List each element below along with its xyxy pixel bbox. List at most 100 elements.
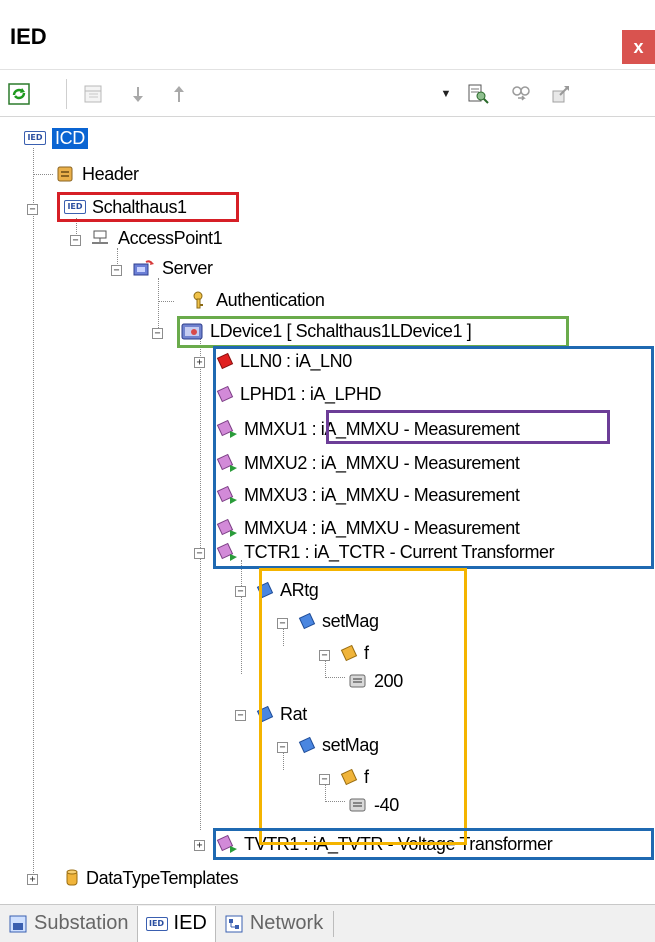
tree-node-ied[interactable]: IED Schalthaus1 — [64, 192, 187, 222]
close-button[interactable]: x — [622, 30, 655, 64]
tree-line — [241, 560, 242, 674]
ln0-icon — [216, 352, 234, 370]
ied-panel: IED x ▼ IED ICD Header − IED Schalthaus1… — [0, 0, 655, 942]
find-next-icon[interactable] — [510, 83, 532, 105]
tree-node-label: ARtg — [280, 579, 319, 600]
export-icon[interactable] — [550, 83, 572, 105]
tree-node-label: LLN0 : iA_LN0 — [240, 350, 352, 371]
tree-node-header[interactable]: Header — [56, 159, 139, 189]
database-icon — [66, 869, 78, 886]
tree-node-do[interactable]: Rat — [256, 699, 307, 729]
tree-node-bda[interactable]: f — [340, 638, 369, 668]
move-down-icon[interactable] — [127, 83, 149, 105]
collapse-icon[interactable]: − — [235, 710, 246, 721]
key-icon — [193, 291, 203, 309]
tree-node-bda[interactable]: f — [340, 762, 369, 792]
tree-line — [325, 677, 345, 678]
tree-node-value[interactable]: 200 — [348, 666, 403, 696]
tree-node-da[interactable]: setMag — [298, 606, 379, 636]
tree-node-label: TCTR1 : iA_TCTR - Current Transformer — [244, 541, 555, 562]
tree-node-ln[interactable]: TVTR1 : iA_TVTR - Voltage Transformer — [216, 829, 553, 859]
ln-measurement-icon — [216, 453, 237, 472]
tree-node-label: MMXU1 : iA_MMXU - Measurement — [244, 418, 520, 439]
tab-label: Substation — [34, 912, 129, 934]
tree-node-value[interactable]: -40 — [348, 790, 399, 820]
tree-line — [33, 148, 34, 881]
tree-node-label: Server — [162, 257, 213, 278]
data-attribute-icon — [298, 736, 316, 754]
tree-node-ln[interactable]: MMXU3 : iA_MMXU - Measurement — [216, 480, 520, 510]
tree-node-label: LDevice1 [ Schalthaus1LDevice1 ] — [210, 320, 472, 341]
expand-icon[interactable]: + — [27, 874, 38, 885]
ln-icon — [216, 385, 234, 403]
ied-tree: IED ICD Header − IED Schalthaus1 − Acces… — [0, 118, 655, 898]
tree-node-ldevice[interactable]: LDevice1 [ Schalthaus1LDevice1 ] — [180, 316, 472, 346]
tree-node-ln[interactable]: MMXU2 : iA_MMXU - Measurement — [216, 448, 520, 478]
tree-node-label: 200 — [374, 670, 403, 691]
collapse-icon[interactable]: − — [111, 265, 122, 276]
data-object-icon — [256, 581, 274, 599]
tree-node-label: ICD — [52, 127, 88, 149]
collapse-icon[interactable]: − — [235, 586, 246, 597]
toolbar-combo[interactable]: ▼ — [213, 79, 455, 109]
tab-label: Network — [249, 912, 324, 934]
value-icon — [349, 674, 366, 688]
data-object-icon — [256, 705, 274, 723]
tree-node-do[interactable]: ARtg — [256, 575, 319, 605]
collapse-icon[interactable]: − — [27, 204, 38, 215]
tree-node-ln[interactable]: LPHD1 : iA_LPHD — [216, 379, 381, 409]
refresh-icon[interactable] — [8, 83, 30, 105]
tab-substation[interactable]: Substation — [0, 906, 137, 942]
tree-node-label: Header — [82, 163, 139, 184]
tree-node-label: TVTR1 : iA_TVTR - Voltage Transformer — [244, 833, 553, 854]
tree-node-access-point[interactable]: AccessPoint1 — [90, 223, 223, 253]
ied-icon: IED — [64, 200, 86, 214]
ln-measurement-icon — [216, 485, 237, 504]
tree-node-authentication[interactable]: Authentication — [190, 285, 325, 315]
tab-network[interactable]: Network — [216, 906, 331, 942]
tree-node-ln[interactable]: TCTR1 : iA_TCTR - Current Transformer — [216, 537, 555, 567]
collapse-icon[interactable]: − — [152, 328, 163, 339]
collapse-icon[interactable]: − — [277, 618, 288, 629]
tree-line — [325, 801, 345, 802]
collapse-icon[interactable]: − — [70, 235, 81, 246]
collapse-icon[interactable]: − — [194, 548, 205, 559]
chevron-down-icon[interactable]: ▼ — [437, 79, 455, 109]
collapse-icon[interactable]: − — [319, 650, 330, 661]
tree-node-server[interactable]: Server — [132, 253, 213, 283]
tree-node-label: MMXU3 : iA_MMXU - Measurement — [244, 484, 520, 505]
tree-line — [158, 301, 174, 302]
tree-node-label: setMag — [322, 734, 379, 755]
tree-node-root[interactable]: IED ICD — [24, 123, 88, 153]
move-up-icon[interactable] — [168, 83, 190, 105]
panel-title: IED — [10, 24, 47, 49]
view-icon[interactable] — [82, 83, 104, 105]
ied-icon: IED — [145, 916, 168, 931]
find-icon[interactable] — [467, 83, 489, 105]
tree-node-templates[interactable]: DataTypeTemplates — [64, 863, 239, 893]
network-icon — [225, 915, 243, 932]
access-point-icon — [92, 230, 108, 244]
tab-separator — [333, 910, 335, 937]
basic-attribute-icon — [340, 768, 358, 786]
tree-node-da[interactable]: setMag — [298, 730, 379, 760]
ied-icon: IED — [24, 131, 46, 145]
tree-node-label: MMXU4 : iA_MMXU - Measurement — [244, 517, 520, 538]
tree-node-label: MMXU2 : iA_MMXU - Measurement — [244, 452, 520, 473]
tree-node-label: -40 — [374, 794, 399, 815]
tree-node-label: Schalthaus1 — [92, 196, 187, 217]
collapse-icon[interactable]: − — [319, 774, 330, 785]
tree-node-ln[interactable]: MMXU1 : iA_MMXU - Measurement — [216, 414, 520, 444]
tree-node-label: setMag — [322, 610, 379, 631]
collapse-icon[interactable]: − — [277, 742, 288, 753]
value-icon — [349, 798, 366, 812]
tree-node-ln[interactable]: LLN0 : iA_LN0 — [216, 346, 352, 376]
expand-icon[interactable]: + — [194, 840, 205, 851]
header-icon — [57, 166, 73, 182]
expand-icon[interactable]: + — [194, 357, 205, 368]
basic-attribute-icon — [340, 644, 358, 662]
tree-node-label: f — [364, 766, 369, 787]
tree-line — [200, 338, 201, 830]
tree-node-label: Authentication — [216, 289, 325, 310]
tab-ied[interactable]: IED IED — [136, 905, 216, 942]
